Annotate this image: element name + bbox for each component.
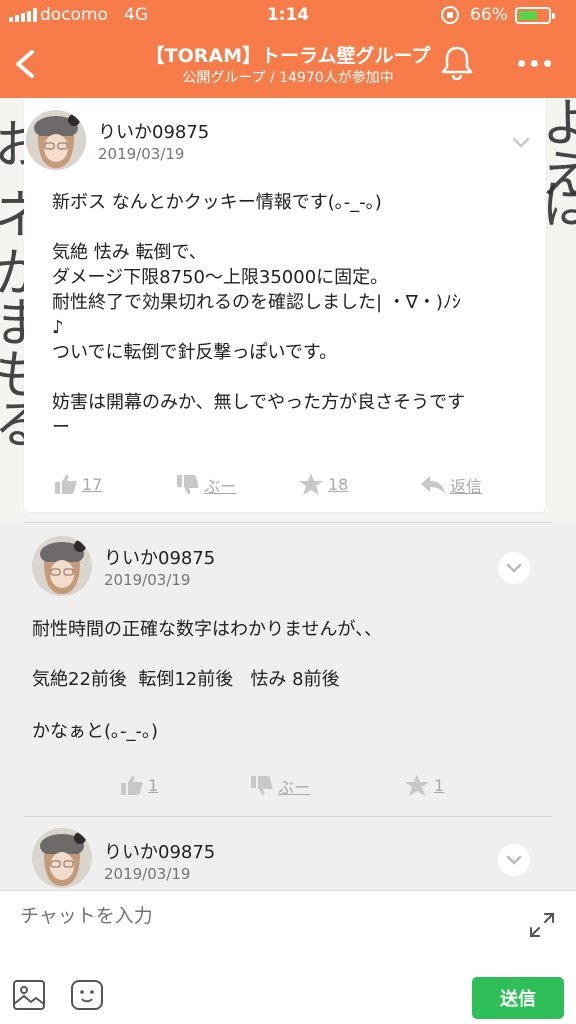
post-card: りいか09875 2019/03/19 新ボス なんとかクッキー情報です(｡-_… [24,98,546,512]
post-line: ダメージ下限8750〜上限35000に固定。 [52,267,389,288]
reply-button[interactable]: 返信 [420,473,482,497]
star-count: 18 [328,474,349,494]
reply-label: 返信 [450,477,483,496]
comment-menu-button[interactable] [498,552,530,584]
chat-input-bar: 送信 [0,890,576,1024]
post-line: 耐性終了で効果切れるのを確認しました| ・∇・)ﾉｼ [52,292,461,313]
like-count: 17 [82,474,103,494]
chevron-down-icon [506,855,522,865]
boo-label: ぶー [278,778,311,797]
status-bar: docomo 4G 1:14 66% [0,0,576,32]
chevron-down-icon[interactable] [506,128,536,158]
post-body: 新ボス なんとかクッキー情報です(｡-_-｡) 気絶 怯み 転倒で、 ダメージ下… [52,190,532,440]
wallpaper-glyph: よ [542,98,576,154]
wallpaper-glyph: は [542,176,576,236]
comment-text: かなぁと(｡-_-｡) [32,721,159,742]
post-line: 新ボス なんとかクッキー情報です(｡-_-｡) [52,192,382,213]
like-button[interactable]: 17 [54,473,102,495]
thumbs-down-icon [177,475,199,495]
boo-button[interactable]: ぶー [250,774,310,798]
post-line [52,215,532,240]
image-icon [13,980,45,1010]
sticker-button[interactable] [70,979,104,1011]
comment-text: 気絶22前後 転倒12前後 怯み 8前後 [32,669,340,690]
chevron-left-icon [16,50,34,78]
notification-button[interactable] [436,42,478,84]
star-count: 1 [434,775,445,795]
comment-username[interactable]: りいか09875 [104,544,215,570]
like-button[interactable]: 1 [120,774,158,796]
thumbs-up-icon [121,775,143,795]
post-line [52,365,532,390]
divider [24,816,552,817]
avatar[interactable] [32,828,92,888]
star-button[interactable]: 1 [404,773,444,797]
app-header: docomo 4G 1:14 66% 【TORAM】トーラム壁グループ 公開グル… [0,0,576,98]
comment-menu-button[interactable] [498,844,530,876]
star-icon [405,774,429,796]
post-line: ♪ [52,317,64,338]
boo-button[interactable]: ぶー [176,473,236,497]
post-username[interactable]: りいか09875 [98,118,209,144]
divider [24,522,552,523]
comment-username[interactable]: りいか09875 [104,838,215,864]
avatar[interactable] [26,110,86,170]
post-line: 妨害は開幕のみか、無しでやった方が良さそうです [52,392,466,413]
group-subtitle: 公開グループ / 14970人が参加中 [182,70,394,86]
comment-list: りいか09875 2019/03/19 耐性時間の正確な数字はわかりませんが、、… [0,522,576,890]
star-button[interactable]: 18 [298,472,348,496]
sticker-icon [71,980,103,1010]
image-button[interactable] [12,979,46,1011]
group-title: 【TORAM】トーラム壁グループ [145,45,431,67]
avatar[interactable] [32,536,92,596]
send-button[interactable]: 送信 [472,977,564,1019]
more-dots-icon [517,59,525,67]
comment-date: 2019/03/19 [104,571,191,589]
like-count: 1 [148,775,159,795]
post-line: ついでに転倒で針反撃っぽいです。 [52,342,338,363]
post-date: 2019/03/19 [98,145,185,163]
battery-percent: 66% [470,5,508,25]
reply-icon [421,476,445,494]
more-menu-button[interactable] [512,50,556,76]
star-icon [299,473,323,495]
thumbs-down-icon [251,776,273,796]
bell-icon [441,46,473,81]
rotation-lock-icon [441,6,459,24]
chevron-down-icon [506,563,522,573]
battery-level [519,11,537,20]
battery-icon [515,7,555,24]
expand-icon [530,913,554,937]
back-button[interactable] [8,42,42,86]
post-line: 気絶 怯み 転倒で、 [52,242,207,263]
comment-date: 2019/03/19 [104,865,191,883]
thumbs-up-icon [55,474,77,494]
post-line: ー [52,417,70,438]
comment-text: 耐性時間の正確な数字はわかりませんが、、 [32,619,383,640]
chat-input[interactable] [20,905,500,927]
boo-label: ぶー [204,477,237,496]
expand-button[interactable] [528,911,556,939]
